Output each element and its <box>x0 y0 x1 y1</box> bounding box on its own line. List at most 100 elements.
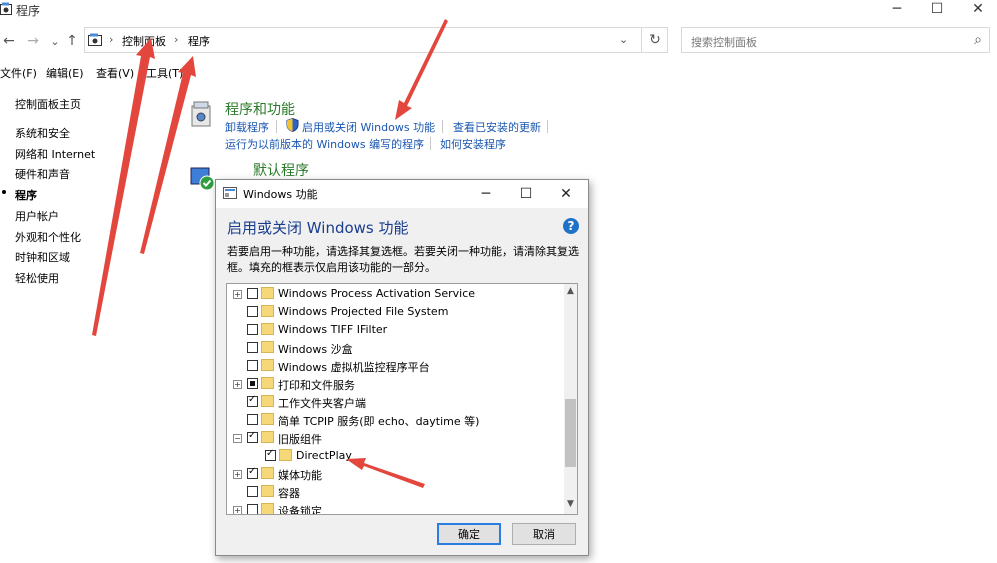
minimize-button[interactable]: ─ <box>882 0 912 18</box>
sidebar-item-user-accounts[interactable]: 用户帐户 <box>15 208 59 224</box>
window-titlebar: 程序 ─ ☐ ✕ <box>0 0 997 20</box>
feature-row[interactable]: 容器 <box>227 483 565 501</box>
view-installed-updates-link[interactable]: 查看已安装的更新 <box>453 119 541 135</box>
feature-row[interactable]: − 旧版组件 <box>227 429 565 447</box>
feature-checkbox[interactable] <box>247 394 258 407</box>
ok-button[interactable]: 确定 <box>437 523 501 545</box>
expand-icon[interactable]: + <box>233 470 242 479</box>
feature-label[interactable]: 工作文件夹客户端 <box>278 395 366 411</box>
scroll-thumb[interactable] <box>565 399 576 467</box>
chevron-down-icon[interactable]: ⌄ <box>619 33 628 46</box>
run-older-programs-link[interactable]: 运行为以前版本的 Windows 编写的程序 <box>225 136 424 152</box>
up-button[interactable]: ↑ <box>63 33 81 49</box>
feature-label[interactable]: Windows 虚拟机监控程序平台 <box>278 359 430 375</box>
collapse-icon[interactable]: − <box>233 434 242 443</box>
feature-row[interactable]: + 设备锁定 <box>227 501 565 514</box>
feature-label[interactable]: Windows Process Activation Service <box>278 287 475 300</box>
feature-row[interactable]: Windows TIFF IFilter <box>227 321 565 339</box>
menu-view[interactable]: 查看(V) <box>96 65 134 81</box>
forward-button[interactable]: → <box>24 33 42 49</box>
features-scrollbar[interactable]: ▲ ▼ <box>564 284 577 514</box>
feature-checkbox[interactable] <box>247 342 258 353</box>
feature-checkbox[interactable] <box>247 288 258 299</box>
breadcrumb-control-panel[interactable]: 控制面板 <box>122 33 166 49</box>
expand-icon[interactable]: + <box>233 380 242 389</box>
feature-checkbox[interactable] <box>247 430 258 443</box>
feature-row[interactable]: + 媒体功能 <box>227 465 565 483</box>
link-divider <box>276 120 277 133</box>
menu-tools[interactable]: 工具(T) <box>146 65 183 81</box>
sidebar-item-ease-of-access[interactable]: 轻松使用 <box>15 270 59 286</box>
feature-row[interactable]: DirectPlay <box>227 447 565 465</box>
feature-row[interactable]: 简单 TCPIP 服务(即 echo、daytime 等) <box>227 411 565 429</box>
close-button[interactable]: ✕ <box>963 0 993 18</box>
feature-checkbox[interactable] <box>265 448 276 461</box>
default-programs-title[interactable]: 默认程序 <box>253 160 309 180</box>
feature-checkbox[interactable] <box>247 486 258 497</box>
sidebar-item-hardware-sound[interactable]: 硬件和声音 <box>15 166 70 182</box>
sidebar-item-system-security[interactable]: 系统和安全 <box>15 125 70 141</box>
folder-icon <box>261 431 274 443</box>
feature-label[interactable]: 简单 TCPIP 服务(即 echo、daytime 等) <box>278 413 479 429</box>
feature-checkbox[interactable] <box>247 324 258 335</box>
feature-label[interactable]: 打印和文件服务 <box>278 377 355 393</box>
cancel-button[interactable]: 取消 <box>512 523 576 545</box>
turn-windows-features-link[interactable]: 启用或关闭 Windows 功能 <box>302 119 435 135</box>
sidebar-item-network[interactable]: 网络和 Internet <box>15 146 95 162</box>
expand-icon[interactable]: + <box>233 506 242 514</box>
refresh-button[interactable]: ↻ <box>641 27 668 53</box>
feature-checkbox[interactable] <box>247 414 258 425</box>
how-to-install-link[interactable]: 如何安装程序 <box>440 136 506 152</box>
folder-icon <box>261 341 274 353</box>
search-input[interactable]: 搜索控制面板 ⌕ <box>681 27 990 53</box>
feature-checkbox[interactable] <box>247 466 258 479</box>
sidebar-item-home[interactable]: 控制面板主页 <box>15 96 81 112</box>
sidebar-item-clock-region[interactable]: 时钟和区域 <box>15 249 70 265</box>
feature-label[interactable]: 媒体功能 <box>278 467 322 483</box>
folder-icon <box>261 503 274 514</box>
sidebar-item-programs[interactable]: 程序 <box>15 187 37 203</box>
feature-row[interactable]: Windows 沙盒 <box>227 339 565 357</box>
breadcrumb-programs[interactable]: 程序 <box>188 33 210 49</box>
feature-checkbox[interactable] <box>247 306 258 317</box>
feature-label[interactable]: Windows 沙盒 <box>278 341 353 357</box>
feature-row[interactable]: + Windows Process Activation Service <box>227 285 565 303</box>
feature-checkbox[interactable] <box>247 360 258 371</box>
feature-checkbox[interactable] <box>247 378 258 389</box>
feature-label[interactable]: Windows Projected File System <box>278 305 448 318</box>
feature-row[interactable]: + 打印和文件服务 <box>227 375 565 393</box>
link-divider <box>442 120 443 133</box>
folder-icon <box>261 467 274 479</box>
expand-icon[interactable]: + <box>233 290 242 299</box>
feature-label[interactable]: Windows TIFF IFilter <box>278 323 387 336</box>
menu-file[interactable]: 文件(F) <box>0 65 37 81</box>
search-icon[interactable]: ⌕ <box>974 32 982 48</box>
breadcrumb-separator[interactable]: › <box>174 33 178 46</box>
dialog-minimize-button[interactable]: ─ <box>466 180 506 208</box>
sidebar-item-appearance[interactable]: 外观和个性化 <box>15 229 81 245</box>
feature-checkbox[interactable] <box>247 504 258 514</box>
uninstall-program-link[interactable]: 卸载程序 <box>225 119 269 135</box>
breadcrumb-separator[interactable]: › <box>109 33 113 46</box>
maximize-button[interactable]: ☐ <box>922 0 952 18</box>
scroll-down-icon[interactable]: ▼ <box>564 499 577 511</box>
back-button[interactable]: ← <box>0 33 18 49</box>
features-tree[interactable]: + Windows Process Activation Service Windo… <box>226 283 578 515</box>
feature-row[interactable]: Windows Projected File System <box>227 303 565 321</box>
recent-locations-button[interactable]: ⌄ <box>46 33 64 49</box>
menu-edit[interactable]: 编辑(E) <box>46 65 84 81</box>
feature-label[interactable]: 容器 <box>278 485 300 501</box>
feature-label[interactable]: 旧版组件 <box>278 431 322 447</box>
feature-row[interactable]: Windows 虚拟机监控程序平台 <box>227 357 565 375</box>
feature-label[interactable]: 设备锁定 <box>278 503 322 514</box>
folder-icon <box>261 359 274 371</box>
feature-label[interactable]: DirectPlay <box>296 449 352 462</box>
programs-features-title[interactable]: 程序和功能 <box>225 99 295 119</box>
dialog-close-button[interactable]: ✕ <box>546 180 586 208</box>
address-bar[interactable]: › 控制面板 › 程序 ⌄ <box>84 27 668 53</box>
scroll-up-icon[interactable]: ▲ <box>564 286 577 298</box>
feature-row[interactable]: 工作文件夹客户端 <box>227 393 565 411</box>
folder-icon <box>261 485 274 497</box>
dialog-maximize-button[interactable]: ☐ <box>506 180 546 208</box>
help-icon[interactable]: ? <box>563 218 579 234</box>
